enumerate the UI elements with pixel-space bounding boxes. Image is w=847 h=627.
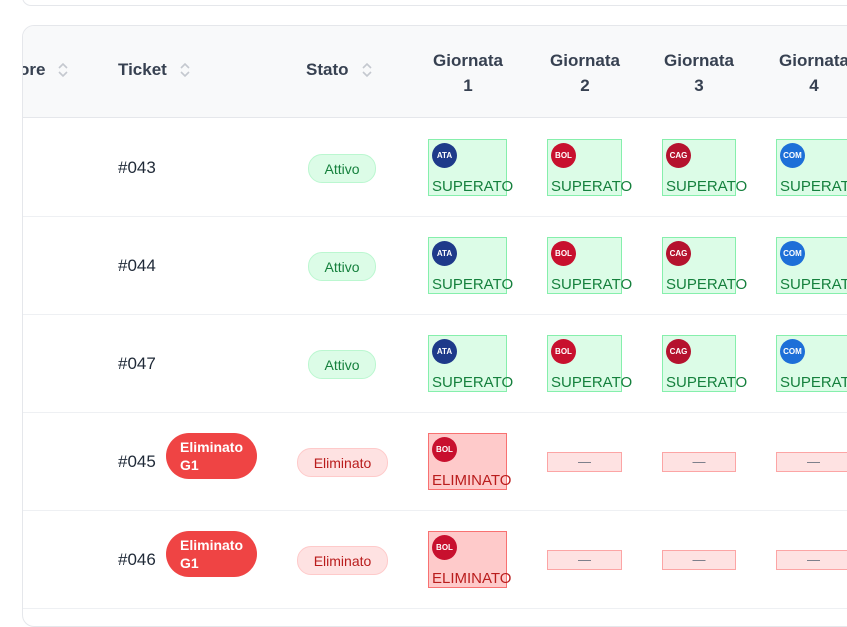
ticket-number: #045 [118, 452, 156, 471]
column-header-round-4: Giornata 4 [779, 51, 847, 95]
status-badge: Attivo [308, 252, 376, 281]
column-header-status-label: Stato [306, 60, 349, 79]
pick-cell[interactable]: ATA SUPERATO [428, 335, 513, 392]
team-logo-icon: COM [780, 241, 805, 266]
column-header-score-label: ore [23, 60, 46, 79]
pick-cell[interactable]: CAG SUPERATO [662, 237, 747, 294]
column-header-status[interactable]: Stato [306, 60, 373, 80]
tickets-table: ore Ticket Stato Giornata 1 Giornata 2 Gio… [22, 25, 847, 627]
pick-result: SUPERATO [432, 374, 514, 391]
table-row[interactable]: #046 Eliminato G1 Eliminato BOL ELIMINATO — — — [23, 510, 847, 609]
empty-pick-cell: — [776, 550, 847, 570]
pick-cell[interactable]: COM SUPERATO [776, 335, 847, 392]
column-header-score[interactable]: ore [23, 60, 69, 80]
empty-pick-cell: — [776, 452, 847, 472]
team-logo-icon: CAG [666, 241, 691, 266]
table-row[interactable]: #044 Attivo ATA SUPERATO BOL SUPERATO CAG SUPER… [23, 216, 847, 315]
pick-result: SUPERATO [551, 276, 633, 293]
table-row[interactable]: #047 Attivo ATA SUPERATO BOL SUPERATO CAG SUPER… [23, 314, 847, 413]
column-header-ticket[interactable]: Ticket [118, 60, 191, 80]
pick-cell[interactable]: BOL SUPERATO [547, 139, 632, 196]
ticket-number: #047 [118, 354, 156, 373]
column-header-round-2: Giornata 2 [550, 51, 620, 95]
pick-result: SUPERATO [666, 178, 748, 195]
team-logo-icon: COM [780, 143, 805, 168]
team-logo-icon: CAG [666, 143, 691, 168]
pick-result: SUPERATO [780, 374, 847, 391]
filter-card [22, 0, 847, 6]
status-badge: Attivo [308, 350, 376, 379]
status-badge: Eliminato [297, 546, 388, 575]
table-row[interactable]: #045 Eliminato G1 Eliminato BOL ELIMINATO — — — [23, 412, 847, 511]
pick-cell[interactable]: COM SUPERATO [776, 237, 847, 294]
pick-result: SUPERATO [551, 178, 633, 195]
team-logo-icon: ATA [432, 241, 457, 266]
pick-result: SUPERATO [551, 374, 633, 391]
sort-icon [180, 62, 190, 78]
pick-cell[interactable]: CAG SUPERATO [662, 335, 747, 392]
empty-pick-cell: — [547, 452, 622, 472]
pick-result: SUPERATO [432, 276, 514, 293]
column-header-round-3: Giornata 3 [664, 51, 734, 95]
team-logo-icon: ATA [432, 143, 457, 168]
pick-result: SUPERATO [432, 178, 514, 195]
pick-result: SUPERATO [666, 276, 748, 293]
pick-cell[interactable]: BOL SUPERATO [547, 237, 632, 294]
team-logo-icon: BOL [432, 535, 457, 560]
empty-pick-cell: — [547, 550, 622, 570]
ticket-number: #046 [118, 550, 156, 569]
team-logo-icon: ATA [432, 339, 457, 364]
pick-cell[interactable]: COM SUPERATO [776, 139, 847, 196]
pick-cell[interactable]: CAG SUPERATO [662, 139, 747, 196]
empty-pick-cell: — [662, 550, 736, 570]
pick-cell[interactable]: BOL ELIMINATO [428, 433, 511, 490]
status-badge: Eliminato [297, 448, 388, 477]
pick-result: SUPERATO [780, 178, 847, 195]
column-header-round-1: Giornata 1 [433, 51, 503, 95]
team-logo-icon: BOL [551, 339, 576, 364]
table-header: ore Ticket Stato Giornata 1 Giornata 2 Gio… [23, 26, 847, 118]
ticket-number: #043 [118, 158, 156, 177]
pick-result: ELIMINATO [432, 472, 512, 489]
pick-cell[interactable]: BOL ELIMINATO [428, 531, 511, 588]
empty-pick-cell: — [662, 452, 736, 472]
team-logo-icon: BOL [551, 143, 576, 168]
ticket-number: #044 [118, 256, 156, 275]
pick-cell[interactable]: ATA SUPERATO [428, 237, 513, 294]
team-logo-icon: CAG [666, 339, 691, 364]
pick-result: SUPERATO [666, 374, 748, 391]
team-logo-icon: BOL [551, 241, 576, 266]
eliminated-round-badge: Eliminato G1 [166, 433, 257, 479]
column-header-ticket-label: Ticket [118, 60, 167, 79]
sort-icon [58, 62, 69, 78]
team-logo-icon: BOL [432, 437, 457, 462]
pick-cell[interactable]: BOL SUPERATO [547, 335, 632, 392]
team-logo-icon: COM [780, 339, 805, 364]
pick-cell[interactable]: ATA SUPERATO [428, 139, 513, 196]
table-row[interactable]: #043 Attivo ATA SUPERATO BOL SUPERATO CAG SUPER… [23, 118, 847, 217]
pick-result: SUPERATO [780, 276, 847, 293]
sort-icon [361, 62, 372, 78]
eliminated-round-badge: Eliminato G1 [166, 531, 257, 577]
status-badge: Attivo [308, 154, 376, 183]
